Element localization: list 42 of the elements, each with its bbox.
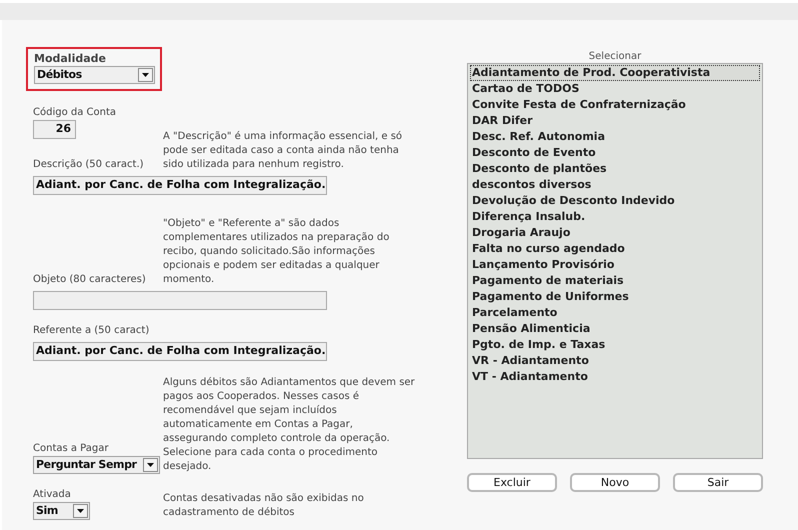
list-item[interactable]: Lançamento Provisório bbox=[470, 257, 760, 273]
list-item[interactable]: VR - Adiantamento bbox=[470, 353, 760, 369]
list-item[interactable]: Parcelamento bbox=[470, 305, 760, 321]
list-item[interactable]: Pagamento de materiais bbox=[470, 273, 760, 289]
list-item[interactable]: Diferença Insalub. bbox=[470, 209, 760, 225]
field-label: Ativada bbox=[33, 488, 72, 502]
code-field[interactable]: 26 bbox=[33, 120, 76, 139]
help-text: A "Descrição" é uma informação essencial, e só pode ser editada caso a conta ainda não tenha sido utilizada para nenhum registro. bbox=[163, 130, 404, 172]
list-item[interactable]: Devolução de Desconto Indevido bbox=[470, 193, 760, 209]
dropdown-select[interactable]: Perguntar Sempr bbox=[33, 456, 160, 474]
field-label: Referente a (50 caract) bbox=[33, 324, 150, 338]
action-button[interactable]: Excluir bbox=[467, 473, 557, 492]
field-label: Descrição (50 caract.) bbox=[33, 158, 145, 172]
list-item[interactable]: Adiantamento de Prod. Cooperativista bbox=[470, 65, 760, 81]
help-text: Alguns débitos são Adiantamentos que devem ser pagos aos Cooperados. Nesses casos é recomendável que sejam incluídos automaticamente em Contas a Pagar, assegurando completo controle da operação. Selecione para cada conta o procedimento desejado. bbox=[163, 376, 416, 474]
list-item[interactable]: Pgto. de Imp. e Taxas bbox=[470, 337, 760, 353]
field-label: Modalidade bbox=[34, 52, 107, 66]
text-field[interactable]: Adiant. por Canc. de Folha com Integralização. bbox=[33, 342, 327, 361]
list-item[interactable]: Convite Festa de Confraternização bbox=[470, 97, 760, 113]
list-item[interactable]: Pensão Alimenticia bbox=[470, 321, 760, 337]
list-item[interactable]: Pagamento de Uniformes bbox=[470, 289, 760, 305]
list-item[interactable]: Desconto de plantões bbox=[470, 161, 760, 177]
list-item[interactable]: DAR Difer bbox=[470, 113, 760, 129]
field-label: Contas a Pagar bbox=[33, 442, 110, 456]
list-item[interactable]: Desconto de Evento bbox=[470, 145, 760, 161]
help-text: Contas desativadas não são exibidas no cadastramento de débitos bbox=[163, 492, 365, 520]
text-field[interactable] bbox=[33, 291, 327, 310]
list-title: Selecionar bbox=[588, 50, 642, 64]
action-button[interactable]: Sair bbox=[673, 473, 763, 492]
list-item[interactable]: Falta no curso agendado bbox=[470, 241, 760, 257]
list-item[interactable]: VT - Adiantamento bbox=[470, 369, 760, 385]
field-label: Objeto (80 caracteres) bbox=[33, 273, 147, 287]
list-item[interactable]: Desc. Ref. Autonomia bbox=[470, 129, 760, 145]
action-button[interactable]: Novo bbox=[570, 473, 660, 492]
list-item[interactable]: Cartao de TODOS bbox=[470, 81, 760, 97]
field-label: Código da Conta bbox=[33, 106, 118, 120]
modality-select[interactable]: Débitos bbox=[34, 66, 155, 84]
text-field[interactable]: Adiant. por Canc. de Folha com Integralização. bbox=[33, 176, 327, 195]
list-item[interactable]: Drogaria Araujo bbox=[470, 225, 760, 241]
dropdown-select[interactable]: Sim bbox=[33, 502, 90, 520]
list-item[interactable]: descontos diversos bbox=[470, 177, 760, 193]
help-text: "Objeto" e "Referente a" são dados complementares utilizados na preparação do recibo, quando solicitado.São informações opcionais e podem ser editadas a qualquer momento. bbox=[163, 217, 390, 287]
